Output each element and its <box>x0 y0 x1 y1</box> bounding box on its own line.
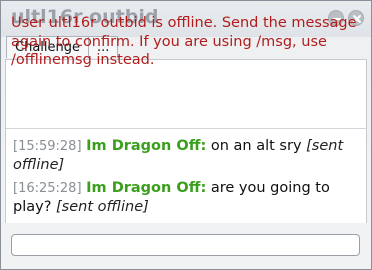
message-text: on an alt sry <box>210 138 302 154</box>
chat-message: [16:25:28] Im Dragon Off: are you going … <box>13 179 363 216</box>
message-timestamp: [16:25:28] <box>13 181 82 196</box>
message-username[interactable]: Im Dragon Off: <box>86 180 206 196</box>
pm-window: ultl16r outbid Challenge ... User ultl16… <box>0 0 372 270</box>
message-status: [sent offline] <box>56 199 149 215</box>
chat-message: [15:59:28] Im Dragon Off: on an alt sry … <box>13 137 363 174</box>
message-username[interactable]: Im Dragon Off: <box>86 138 206 154</box>
message-input[interactable] <box>11 234 360 256</box>
divider <box>6 128 366 129</box>
offline-notice: User ultl16r outbid is offline. Send the… <box>11 15 357 68</box>
message-timestamp: [15:59:28] <box>13 139 82 154</box>
